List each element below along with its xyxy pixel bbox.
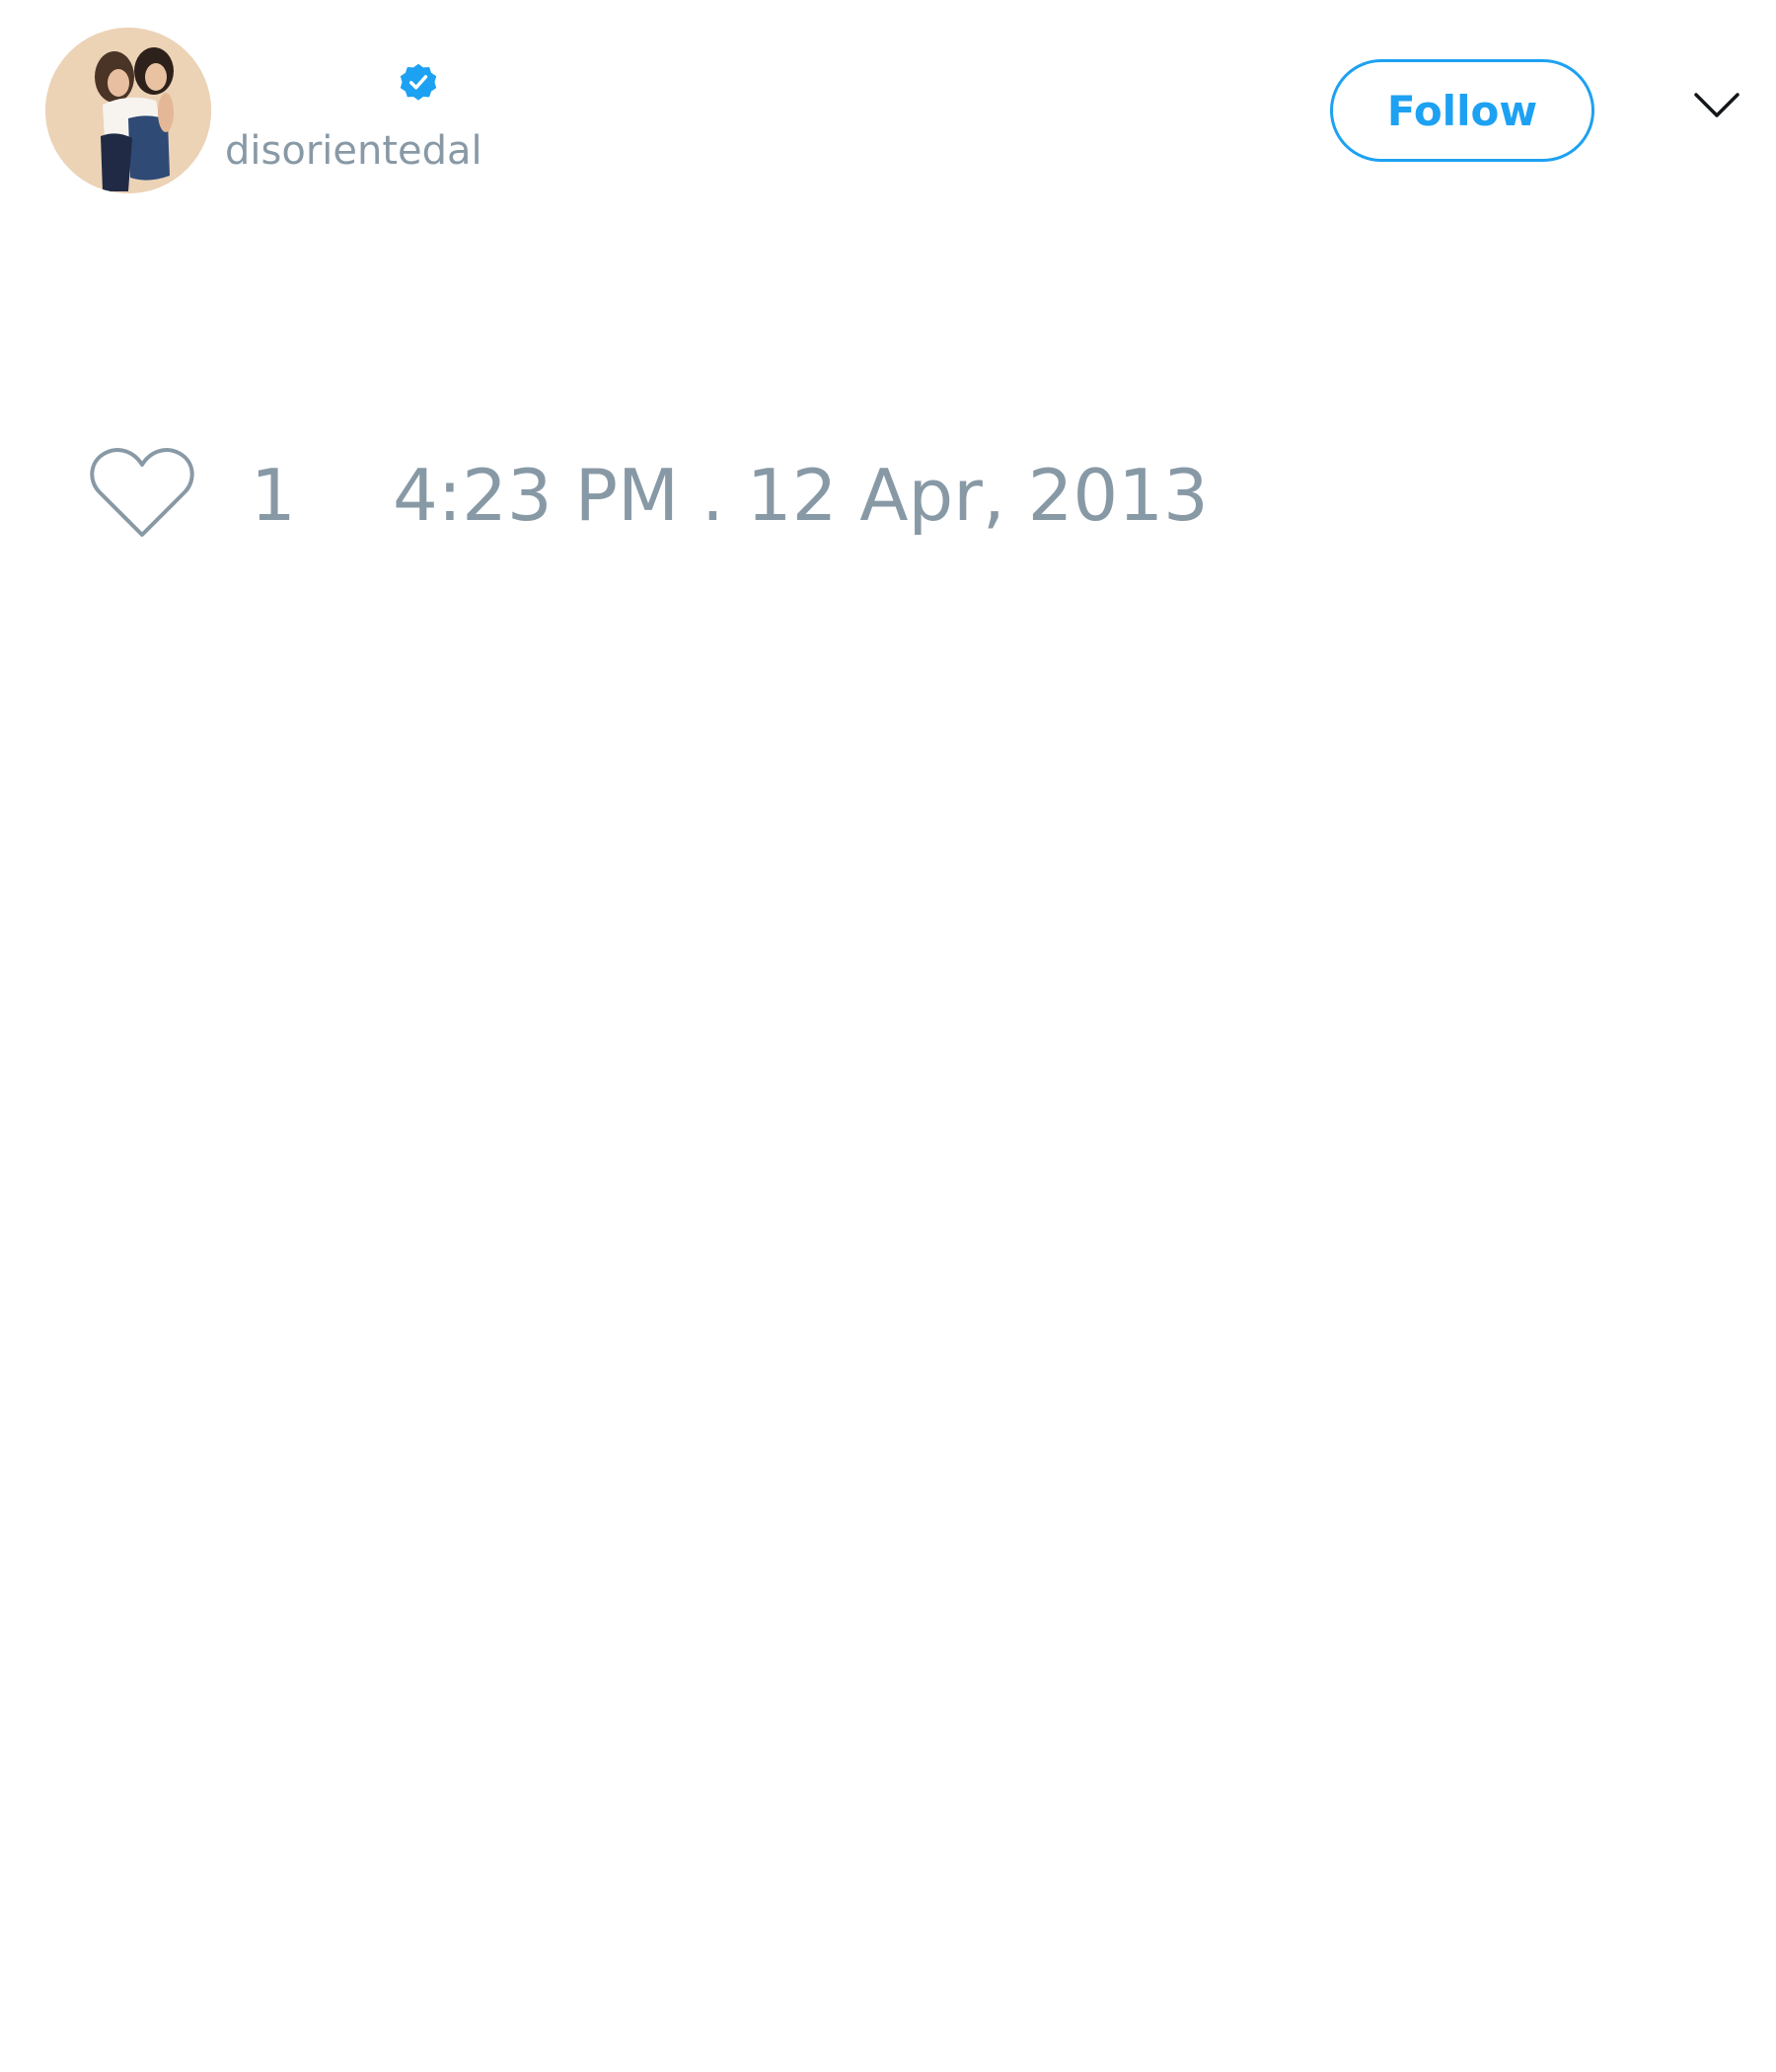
heart-icon[interactable]: [89, 446, 195, 541]
tweet-timestamp[interactable]: 4:23 PM . 12 Apr, 2013: [393, 456, 1209, 535]
chevron-down-icon[interactable]: [1693, 91, 1740, 120]
verified-badge-icon: [400, 63, 437, 101]
author-handle[interactable]: disorientedal: [225, 126, 482, 176]
follow-button[interactable]: Follow: [1330, 59, 1594, 162]
like-count: 1: [251, 454, 296, 537]
avatar[interactable]: [45, 28, 211, 193]
